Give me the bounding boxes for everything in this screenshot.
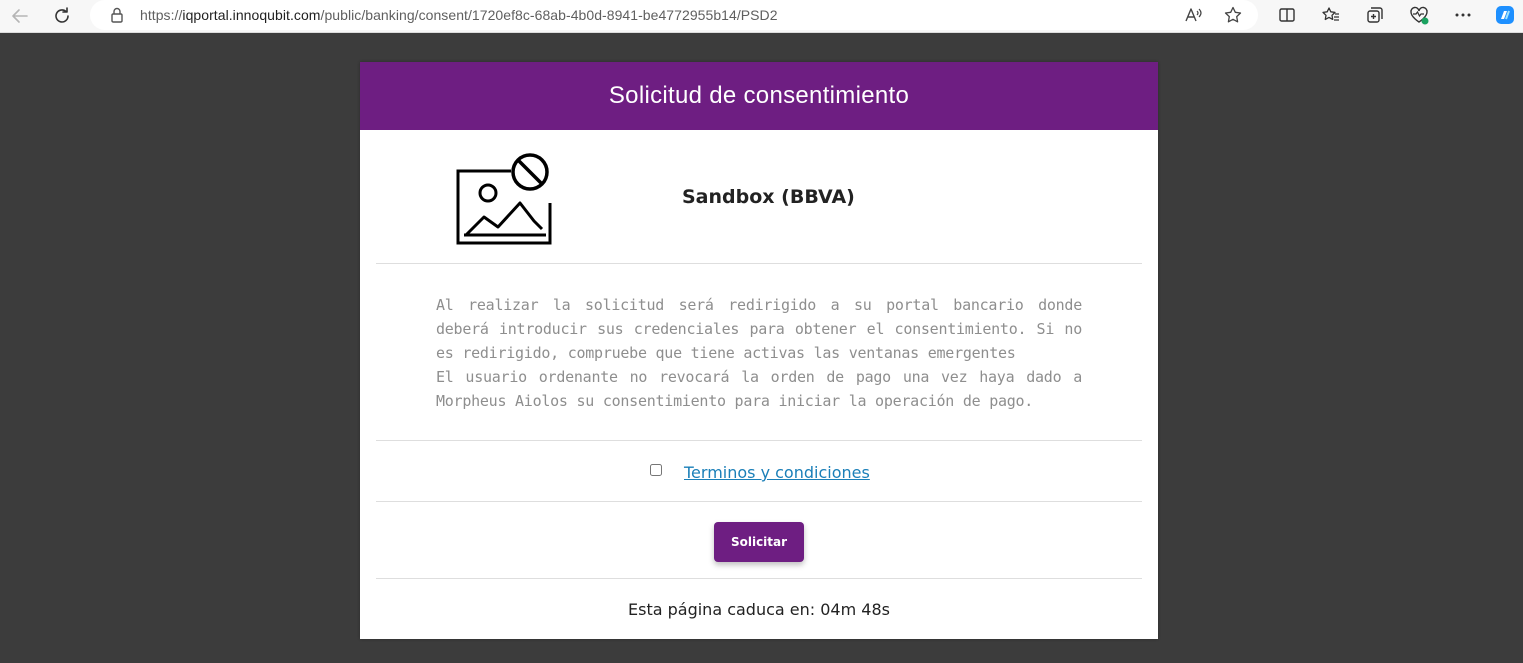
health-button[interactable]	[1408, 4, 1430, 26]
submit-button[interactable]: Solicitar	[714, 522, 804, 562]
terms-link[interactable]: Terminos y condiciones	[684, 463, 870, 482]
bank-name: Sandbox (BBVA)	[682, 186, 855, 208]
divider	[376, 440, 1142, 441]
favorite-button[interactable]	[1222, 4, 1244, 26]
collections-button[interactable]	[1364, 4, 1386, 26]
collections-icon	[1367, 7, 1383, 23]
copilot-icon	[1496, 6, 1514, 24]
url-scheme: https://	[140, 7, 183, 23]
favorite-star-icon	[1224, 6, 1242, 23]
reload-icon	[55, 7, 69, 23]
url-host: iqportal.innoqubit.com	[182, 7, 321, 23]
terms-checkbox[interactable]	[650, 464, 662, 476]
health-icon	[1410, 6, 1429, 25]
more-button[interactable]	[1452, 4, 1474, 26]
divider	[376, 501, 1142, 502]
lock-icon[interactable]	[108, 6, 126, 24]
info-paragraph: El usuario ordenante no revocará la orde…	[436, 368, 1082, 410]
divider	[376, 578, 1142, 579]
page-title: Solicitud de consentimiento	[608, 82, 910, 109]
info-paragraph: Al realizar la solicitud será redirigido…	[436, 296, 1082, 362]
browser-toolbar: https://iqportal.innoqubit.com/public/ba…	[0, 0, 1523, 33]
split-screen-button[interactable]	[1276, 4, 1298, 26]
reload-button[interactable]	[50, 4, 74, 28]
consent-card: Solicitud de consentimiento Sandbox (BBV…	[360, 62, 1158, 639]
back-arrow-icon	[12, 9, 28, 23]
read-aloud-button[interactable]	[1182, 4, 1204, 26]
split-screen-icon	[1279, 8, 1295, 22]
back-button[interactable]	[8, 4, 32, 28]
url-path: /public/banking/consent/1720ef8c-68ab-4b…	[320, 7, 778, 23]
card-header: Solicitud de consentimiento	[360, 62, 1158, 130]
read-aloud-icon	[1185, 8, 1202, 22]
broken-image-icon	[456, 153, 552, 245]
consent-info-text: Al realizar la solicitud será redirigido…	[436, 293, 1082, 413]
favorites-icon	[1322, 7, 1339, 21]
more-icon	[1455, 13, 1471, 17]
favorites-button[interactable]	[1320, 4, 1342, 26]
expiry-countdown: Esta página caduca en: 04m 48s	[628, 600, 890, 619]
url-text[interactable]: https://iqportal.innoqubit.com/public/ba…	[140, 7, 778, 23]
divider	[376, 263, 1142, 264]
address-bar[interactable]: https://iqportal.innoqubit.com/public/ba…	[90, 0, 1258, 30]
copilot-button[interactable]	[1494, 4, 1516, 26]
terms-row: Terminos y condiciones	[360, 462, 1158, 484]
